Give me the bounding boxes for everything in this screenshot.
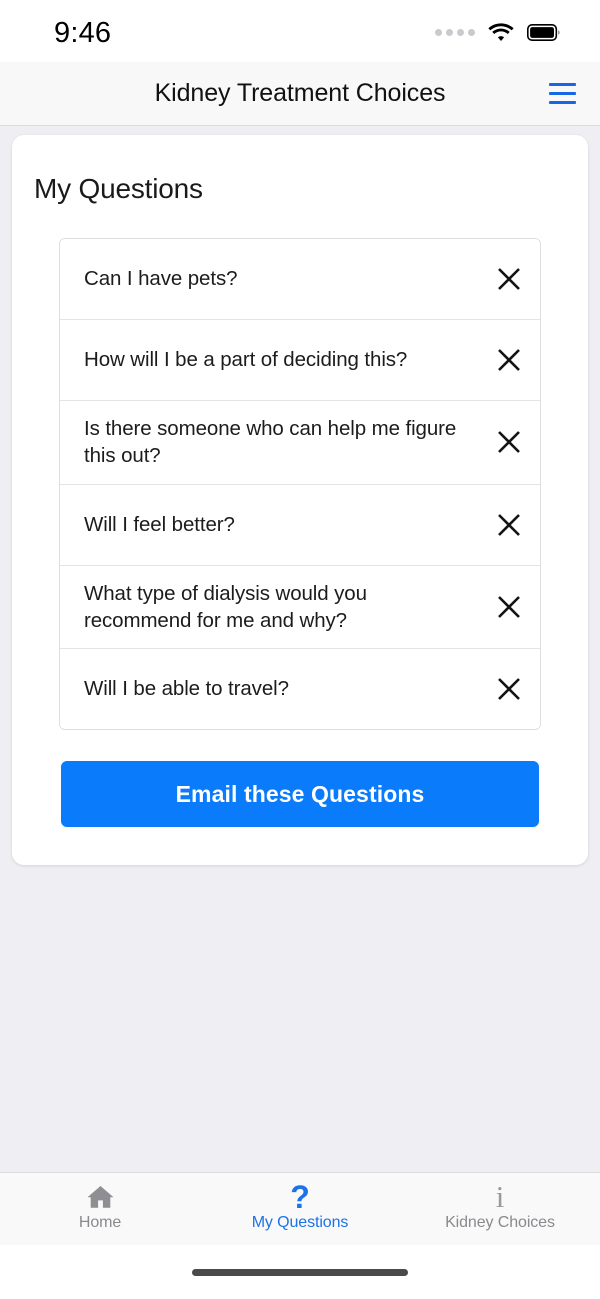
close-x-icon[interactable] bbox=[478, 416, 540, 468]
content-scroll-area[interactable]: My Questions Can I have pets? How will I… bbox=[0, 126, 600, 1172]
home-icon bbox=[86, 1182, 115, 1212]
battery-full-icon bbox=[527, 24, 560, 41]
app-header: Kidney Treatment Choices bbox=[0, 62, 600, 126]
tab-home-label: Home bbox=[78, 1214, 122, 1231]
question-text: Will I be able to travel? bbox=[84, 677, 289, 701]
close-x-icon[interactable] bbox=[478, 663, 540, 715]
phone-screen: 9:46 Kidney Treatment Choices My Questio… bbox=[0, 0, 600, 1299]
list-item[interactable]: Will I be able to travel? bbox=[60, 649, 540, 729]
close-x-icon[interactable] bbox=[478, 499, 540, 551]
list-item[interactable]: Will I feel better? bbox=[60, 484, 540, 566]
close-x-icon[interactable] bbox=[478, 253, 540, 305]
question-text: Will I feel better? bbox=[84, 512, 235, 536]
hamburger-menu-icon[interactable] bbox=[538, 70, 586, 118]
list-item[interactable]: Can I have pets? bbox=[60, 239, 540, 320]
tab-my-questions-label: My Questions bbox=[251, 1214, 349, 1231]
question-text: Is there someone who can help me figure … bbox=[84, 417, 457, 468]
wifi-icon bbox=[488, 23, 514, 41]
tab-kidney-choices[interactable]: i Kidney Choices bbox=[400, 1179, 600, 1232]
list-item[interactable]: What type of dialysis would you recommen… bbox=[60, 565, 540, 649]
bottom-tab-bar: Home ? My Questions i Kidney Choices bbox=[0, 1172, 600, 1245]
status-bar: 9:46 bbox=[0, 0, 600, 62]
status-indicators bbox=[435, 23, 572, 42]
tab-my-questions[interactable]: ? My Questions bbox=[200, 1179, 400, 1232]
list-item[interactable]: Is there someone who can help me figure … bbox=[60, 401, 540, 485]
section-title: My Questions bbox=[34, 173, 203, 204]
page-title: Kidney Treatment Choices bbox=[154, 79, 446, 107]
tab-home[interactable]: Home bbox=[0, 1182, 200, 1232]
list-item[interactable]: How will I be a part of deciding this? bbox=[60, 320, 540, 401]
question-mark-icon: ? bbox=[290, 1179, 310, 1215]
email-questions-button[interactable]: Email these Questions bbox=[61, 761, 539, 827]
questions-card: My Questions Can I have pets? How will I… bbox=[12, 135, 588, 865]
signal-dots-icon bbox=[435, 29, 475, 36]
question-list: Can I have pets? How will I be a part of… bbox=[59, 238, 541, 730]
question-text: What type of dialysis would you recommen… bbox=[84, 581, 367, 632]
question-text: Can I have pets? bbox=[84, 267, 238, 291]
info-icon: i bbox=[495, 1179, 505, 1214]
home-indicator-area bbox=[0, 1245, 600, 1299]
status-time: 9:46 bbox=[54, 16, 112, 49]
close-x-icon[interactable] bbox=[478, 581, 540, 633]
tab-kidney-choices-label: Kidney Choices bbox=[445, 1214, 555, 1231]
close-x-icon[interactable] bbox=[478, 334, 540, 386]
question-text: How will I be a part of deciding this? bbox=[84, 348, 408, 372]
home-indicator[interactable] bbox=[192, 1268, 408, 1276]
